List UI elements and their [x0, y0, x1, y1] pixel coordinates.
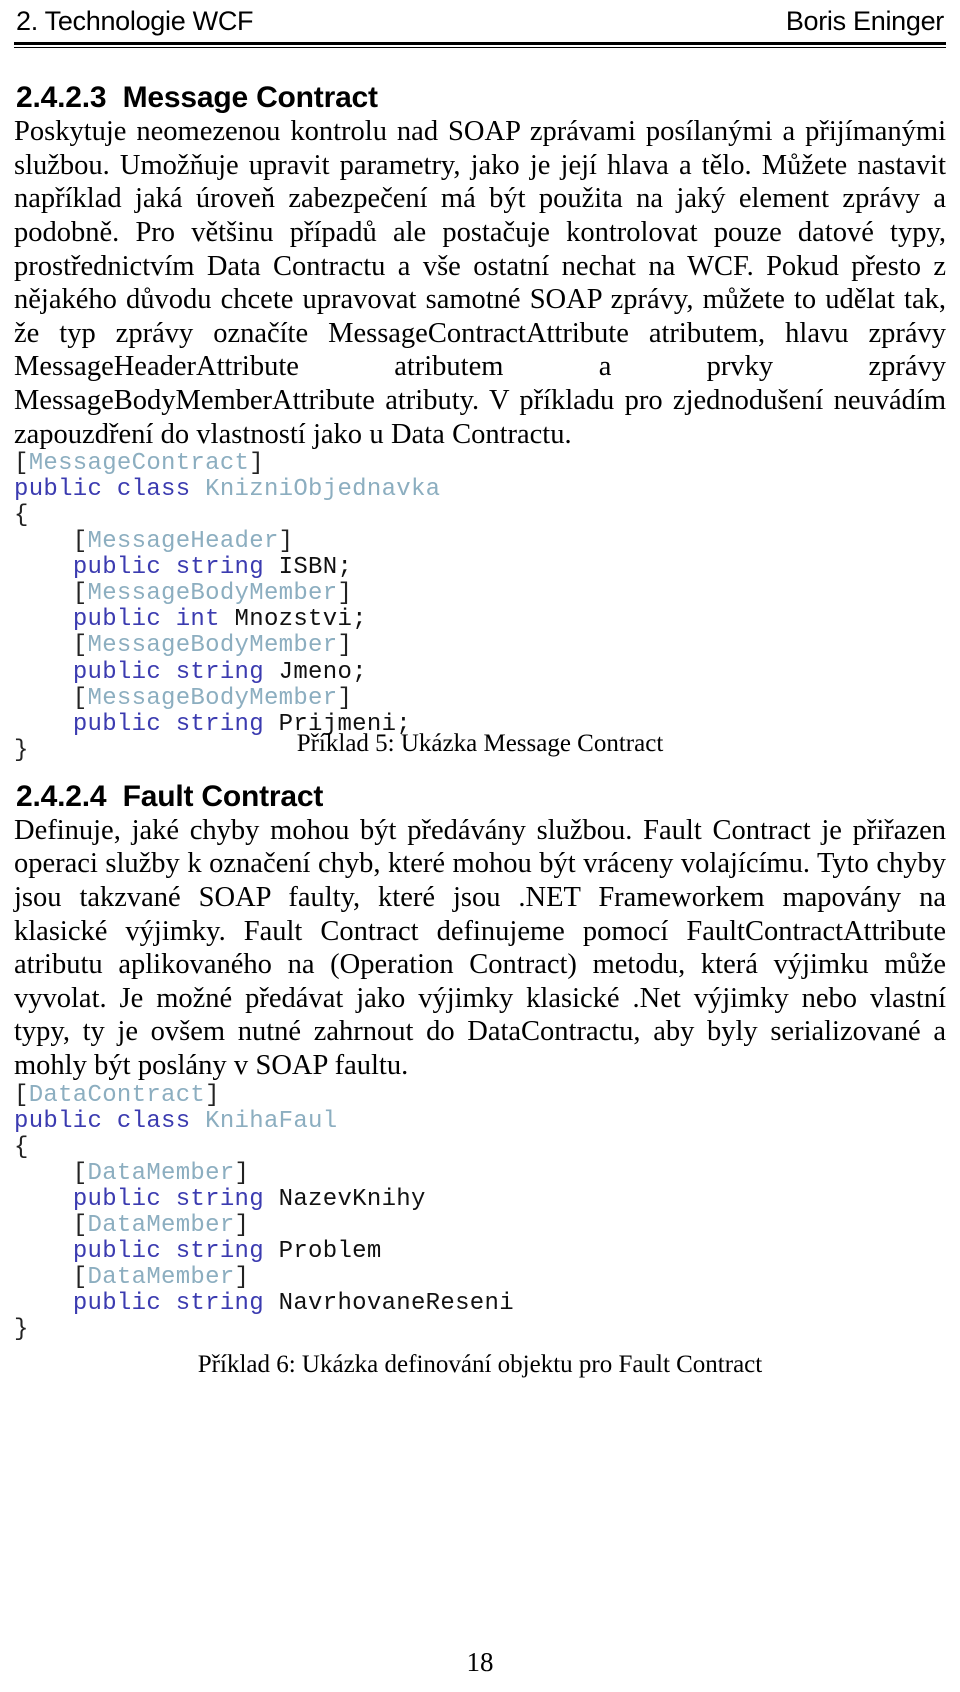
code-token: [: [14, 1263, 88, 1291]
code-token: public int: [72, 606, 235, 634]
page-number: 18: [466, 1647, 494, 1677]
code-token: DataMember: [87, 1263, 235, 1291]
code-token: public string: [72, 658, 279, 686]
code-block-fault-contract: [DataContract] public class KnihaFaul { …: [14, 1081, 946, 1343]
running-header-right: Boris Eninger: [785, 6, 944, 36]
code-token: [: [14, 1159, 88, 1187]
code-token: }: [14, 736, 29, 764]
code-token: ]: [234, 1159, 250, 1187]
code-token: [: [14, 1081, 29, 1109]
code-token: public string: [72, 710, 279, 738]
paragraph-fault-contract: Definuje, jaké chyby mohou být předávány…: [14, 814, 946, 1081]
code-token: ]: [337, 580, 353, 608]
code-token: public string: [72, 1237, 279, 1265]
code-token: {: [14, 502, 29, 530]
code-token: ]: [234, 1211, 250, 1239]
code-token: NazevKnihy: [278, 1185, 426, 1213]
code-token: KnihaFaul: [205, 1107, 338, 1135]
code-token: MessageHeader: [87, 528, 279, 556]
code-token: public class: [14, 476, 206, 504]
code-token: ISBN;: [278, 554, 353, 582]
code-token: [: [14, 450, 29, 478]
code-token: public string: [72, 1289, 279, 1317]
code-token: {: [14, 1133, 29, 1161]
code-token: [: [14, 528, 88, 556]
code-token: MessageBodyMember: [87, 684, 338, 712]
code-token: DataMember: [87, 1211, 235, 1239]
code-token: [: [14, 1211, 88, 1239]
code-token: MessageBodyMember: [87, 632, 338, 660]
code-token: public string: [72, 554, 279, 582]
code-token: ]: [249, 450, 264, 478]
code-token: MessageBodyMember: [87, 580, 338, 608]
section-block-message-contract: 2.4.2.3 Message Contract: [16, 81, 946, 115]
running-header-left: 2. Technologie WCF: [16, 6, 254, 36]
code-token: [: [14, 580, 88, 608]
code-token: }: [14, 1315, 29, 1343]
page-title-fault-contract: 2.4.2.4 Fault Contract: [16, 779, 324, 813]
document-page: 2. Technologie WCF Boris Eninger 2.4.2.3…: [0, 0, 960, 1692]
code-block-message-contract: [MessageContract] public class KnizniObj…: [14, 451, 946, 763]
page-title-message-contract: 2.4.2.3 Message Contract: [16, 81, 378, 114]
caption-example-6: Příklad 6: Ukázka definování objektu pro…: [197, 1350, 763, 1378]
running-header: 2. Technologie WCF Boris Eninger: [14, 0, 946, 37]
code-token: DataMember: [87, 1159, 235, 1187]
header-divider-rule: [14, 42, 946, 48]
code-token: ]: [234, 1263, 250, 1291]
code-token: Mnozstvi;: [234, 606, 367, 634]
code-token: ]: [337, 684, 353, 712]
code-token: DataContract: [28, 1081, 206, 1109]
paragraph-message-contract: Poskytuje neomezenou kontrolu nad SOAP z…: [14, 116, 946, 450]
code-token: Jmeno;: [278, 658, 367, 686]
code-token: MessageContract: [28, 450, 250, 478]
code-token: ]: [205, 1081, 220, 1109]
code-token: ]: [337, 632, 353, 660]
code-token: [: [14, 684, 88, 712]
section-block-fault-contract: 2.4.2.4 Fault Contract: [16, 780, 946, 814]
code-token: [: [14, 632, 88, 660]
code-token: public class: [14, 1107, 206, 1135]
code-token: public string: [72, 1185, 279, 1213]
code-token: KnizniObjednavka: [205, 476, 441, 504]
code-token: ]: [278, 528, 294, 556]
code-token: Problem: [278, 1237, 382, 1265]
code-token: NavrhovaneReseni: [278, 1289, 514, 1317]
